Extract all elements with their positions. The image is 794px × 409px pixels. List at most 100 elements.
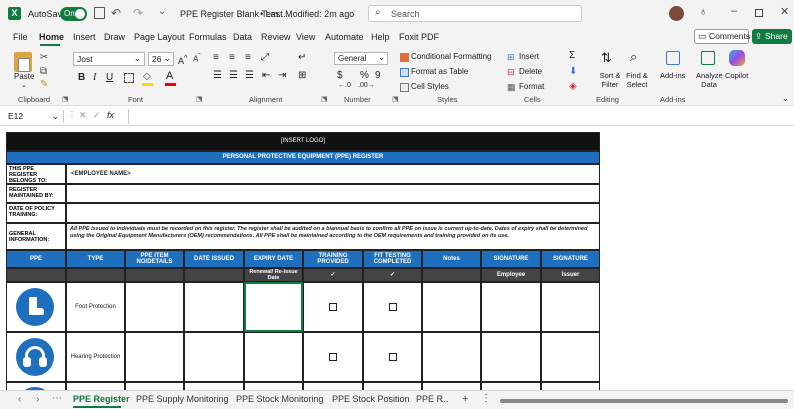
wrap-text-icon[interactable]: ↵	[298, 52, 306, 63]
increase-decimal-icon[interactable]: ←.0	[338, 82, 351, 89]
ppe-icon-cell[interactable]	[6, 282, 66, 332]
training-checkbox[interactable]	[329, 353, 337, 361]
menu-file[interactable]: File	[13, 32, 28, 42]
paste-label[interactable]: Paste	[14, 72, 34, 81]
col-type[interactable]: TYPE	[66, 250, 125, 268]
share-button[interactable]: ⇪ Share	[752, 29, 792, 44]
sub-employee[interactable]: Employee	[481, 268, 541, 282]
format-painter-icon[interactable]: ✎	[40, 79, 48, 90]
col-signature-2[interactable]: SIGNATURE	[541, 250, 600, 268]
italic-icon[interactable]: I	[93, 72, 96, 83]
copilot-icon[interactable]	[729, 50, 745, 66]
training-cell[interactable]	[303, 332, 363, 382]
worksheet[interactable]: [INSERT LOGO] PERSONAL PROTECTIVE EQUIPM…	[0, 126, 794, 392]
number-format-select[interactable]: General ⌄	[334, 52, 388, 65]
type-cell[interactable]: Hearing Protection	[66, 332, 125, 382]
undo-icon[interactable]: ↶	[111, 6, 121, 20]
clipboard-launcher-icon[interactable]: ⬔	[62, 95, 69, 103]
copilot-button[interactable]: Copilot	[725, 71, 748, 80]
menu-data[interactable]: Data	[233, 32, 252, 42]
align-left-icon[interactable]: ☰	[213, 70, 222, 81]
fill-icon[interactable]: ⬇	[569, 66, 577, 77]
col-expiry-date[interactable]: EXPIRY DATE	[244, 250, 303, 268]
tab-ppe-r[interactable]: PPE R	[416, 394, 443, 404]
ppe-icon-cell[interactable]	[6, 332, 66, 382]
menu-foxit[interactable]: Foxit PDF	[399, 32, 439, 42]
sub-training-check[interactable]: ✓	[303, 268, 363, 282]
avatar[interactable]	[669, 6, 684, 21]
paste-dropdown-icon[interactable]: ⌄	[21, 81, 27, 89]
number-launcher-icon[interactable]: ⬔	[392, 95, 399, 103]
tab-ppe-supply[interactable]: PPE Supply Monitoring	[136, 394, 229, 404]
conditional-formatting-icon[interactable]	[400, 53, 409, 62]
menu-help[interactable]: Help	[371, 32, 390, 42]
item-cell[interactable]	[125, 282, 184, 332]
belongs-value[interactable]: <EMPLOYEE NAME>	[66, 164, 600, 184]
autosum-icon[interactable]: Σ	[569, 50, 575, 61]
delete-cells-button[interactable]: Delete	[519, 67, 542, 76]
bold-icon[interactable]: B	[78, 72, 85, 83]
col-ppe[interactable]: PPE	[6, 250, 66, 268]
find-select-icon[interactable]: ⌕	[630, 49, 637, 65]
underline-icon[interactable]: U	[106, 72, 113, 83]
type-cell[interactable]: Foot Protection	[66, 282, 125, 332]
horizontal-scrollbar[interactable]	[500, 399, 788, 403]
more-sheets-icon[interactable]: ⋯	[52, 393, 62, 404]
menu-automate[interactable]: Automate	[325, 32, 364, 42]
comma-icon[interactable]: 9	[375, 70, 381, 81]
fit-checkbox[interactable]	[389, 353, 397, 361]
training-checkbox[interactable]	[329, 303, 337, 311]
cell-styles-icon[interactable]	[400, 83, 409, 92]
sub-type[interactable]	[66, 268, 125, 282]
decrease-indent-icon[interactable]: ⇤	[262, 70, 270, 81]
policy-value[interactable]	[66, 203, 600, 223]
menu-formulas[interactable]: Formulas	[189, 32, 227, 42]
delete-cells-icon[interactable]: ⊟	[507, 67, 515, 78]
analyze-data-button[interactable]: Analyze Data	[696, 71, 723, 89]
add-ins-button[interactable]: Add-ins	[660, 71, 685, 80]
maintained-value[interactable]	[66, 184, 600, 203]
tab-ppe-register[interactable]: PPE Register	[73, 394, 130, 404]
menu-review[interactable]: Review	[261, 32, 291, 42]
increase-indent-icon[interactable]: ⇥	[278, 70, 286, 81]
fit-cell[interactable]	[363, 282, 422, 332]
comments-button[interactable]: ▭ Comments	[694, 29, 750, 44]
logo-cell[interactable]: [INSERT LOGO]	[6, 132, 600, 151]
conditional-formatting-button[interactable]: Conditional Formatting	[411, 52, 491, 61]
more-tabs[interactable]: ...	[441, 394, 449, 404]
expiry-cell[interactable]	[244, 332, 303, 382]
format-as-table-button[interactable]: Format as Table	[411, 67, 468, 76]
sheet-options-icon[interactable]: ⋮	[481, 393, 491, 404]
sort-filter-icon[interactable]: ⇅	[601, 50, 612, 66]
name-box[interactable]: E12 ⌄	[4, 110, 64, 123]
customize-qat-icon[interactable]: ⌄	[158, 6, 166, 17]
search-box[interactable]: ⌕ Search	[368, 5, 582, 22]
sub-notes[interactable]	[422, 268, 481, 282]
collapse-ribbon-icon[interactable]: ⌄	[782, 94, 789, 103]
align-top-icon[interactable]: ≡	[213, 52, 219, 63]
fit-cell[interactable]	[363, 332, 422, 382]
expiry-cell-selected[interactable]	[244, 282, 303, 332]
cell-styles-button[interactable]: Cell Styles	[411, 82, 449, 91]
item-cell[interactable]	[125, 332, 184, 382]
col-notes[interactable]: Notes	[422, 250, 481, 268]
format-cells-button[interactable]: Format	[519, 82, 544, 91]
next-sheet-icon[interactable]: ›	[36, 394, 39, 405]
col-signature-1[interactable]: SIGNATURE	[481, 250, 541, 268]
restore-icon[interactable]	[755, 9, 763, 17]
minimize-icon[interactable]: –	[731, 5, 737, 17]
paste-icon[interactable]	[14, 52, 32, 72]
sub-ppe[interactable]	[6, 268, 66, 282]
col-training[interactable]: TRAINING PROVIDED	[303, 250, 363, 268]
sort-filter-button[interactable]: Sort & Filter	[597, 71, 623, 89]
sub-issuer[interactable]: Issuer	[541, 268, 600, 282]
sub-date[interactable]	[184, 268, 244, 282]
insert-cells-icon[interactable]: ⊞	[507, 52, 515, 63]
alignment-launcher-icon[interactable]: ⬔	[321, 95, 328, 103]
format-cells-icon[interactable]: ▦	[507, 82, 516, 93]
lightbulb-icon[interactable]: ♁	[699, 6, 707, 18]
notes-cell[interactable]	[422, 332, 481, 382]
more-options-icon[interactable]: ⋮	[68, 110, 76, 119]
font-size-select[interactable]: 26 ⌄	[148, 52, 174, 66]
sig-employee-cell[interactable]	[481, 282, 541, 332]
